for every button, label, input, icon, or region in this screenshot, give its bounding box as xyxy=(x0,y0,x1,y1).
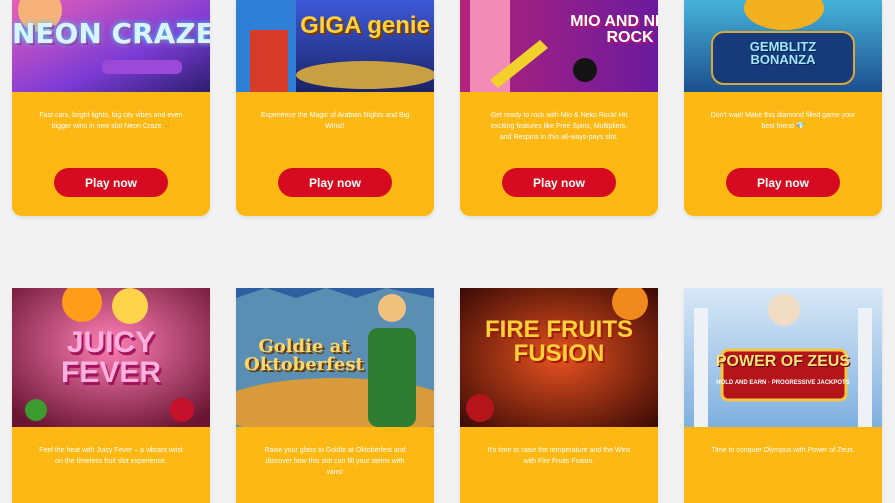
game-art-neon-craze[interactable]: NEON CRAZE xyxy=(12,0,210,92)
game-description: Get ready to rock with Mio & Neko Rock! … xyxy=(490,112,628,141)
game-card-juicy-fever: JUICY FEVER Feel the heat with Juicy Fev… xyxy=(12,288,210,503)
game-card-fire-fruits-fusion: FIRE FRUITS FUSION It's time to raise th… xyxy=(460,288,658,503)
game-art-gemblitz-bonanza[interactable]: GEMBLITZ BONANZA xyxy=(684,0,882,92)
game-logo: JUICY FEVER xyxy=(60,326,162,389)
play-now-button[interactable]: Play now xyxy=(502,168,616,197)
game-subtitle: HOLD AND EARN · PROGRESSIVE JACKPOTS xyxy=(716,380,850,386)
game-art-goldie-oktoberfest[interactable]: Goldie at Oktoberfest xyxy=(236,288,434,427)
game-description: It's time to raise the temperature and t… xyxy=(487,447,631,465)
game-description: Feel the heat with Juicy Fever – a vibra… xyxy=(39,447,183,465)
play-now-button[interactable]: Play now xyxy=(726,168,840,197)
game-art-giga-genie[interactable]: GIGA genie xyxy=(236,0,434,92)
game-logo: NEON CRAZE xyxy=(12,17,210,50)
game-logo: FIRE FRUITS FUSION xyxy=(485,316,633,367)
game-description: Don't wait! Make this diamond filled gam… xyxy=(710,112,856,130)
game-card-neon-craze: NEON CRAZE Fast cars, bright lights, big… xyxy=(12,0,210,216)
game-description: Raise your glass to Goldie at Oktoberfes… xyxy=(264,447,406,476)
game-art-mio-neko-rock[interactable]: MIO AND NEKO ROCK xyxy=(460,0,658,92)
game-logo: GEMBLITZ BONANZA xyxy=(749,39,817,67)
game-logo: GIGA genie xyxy=(300,12,430,39)
game-description: Fast cars, bright lights, big city vibes… xyxy=(39,112,183,130)
game-logo: Goldie at Oktoberfest xyxy=(244,336,364,375)
game-description: Time to conquer Olympus with Power of Ze… xyxy=(711,447,855,454)
game-card-giga-genie: GIGA genie Experience the Magic of Arabi… xyxy=(236,0,434,216)
game-logo: POWER OF ZEUS xyxy=(715,353,851,370)
game-art-juicy-fever[interactable]: JUICY FEVER xyxy=(12,288,210,427)
game-card-gemblitz-bonanza: GEMBLITZ BONANZA Don't wait! Make this d… xyxy=(684,0,882,216)
game-description: Experience the Magic of Arabian Nights a… xyxy=(260,112,410,130)
game-logo: MIO AND NEKO ROCK xyxy=(570,13,658,46)
play-now-button[interactable]: Play now xyxy=(54,168,168,197)
play-now-button[interactable]: Play now xyxy=(278,168,392,197)
game-card-power-of-zeus: POWER OF ZEUS HOLD AND EARN · PROGRESSIV… xyxy=(684,288,882,503)
game-card-goldie-oktoberfest: Goldie at Oktoberfest Raise your glass t… xyxy=(236,288,434,503)
game-card-mio-neko-rock: MIO AND NEKO ROCK Get ready to rock with… xyxy=(460,0,658,216)
game-art-power-of-zeus[interactable]: POWER OF ZEUS HOLD AND EARN · PROGRESSIV… xyxy=(684,288,882,427)
game-art-fire-fruits-fusion[interactable]: FIRE FRUITS FUSION xyxy=(460,288,658,427)
